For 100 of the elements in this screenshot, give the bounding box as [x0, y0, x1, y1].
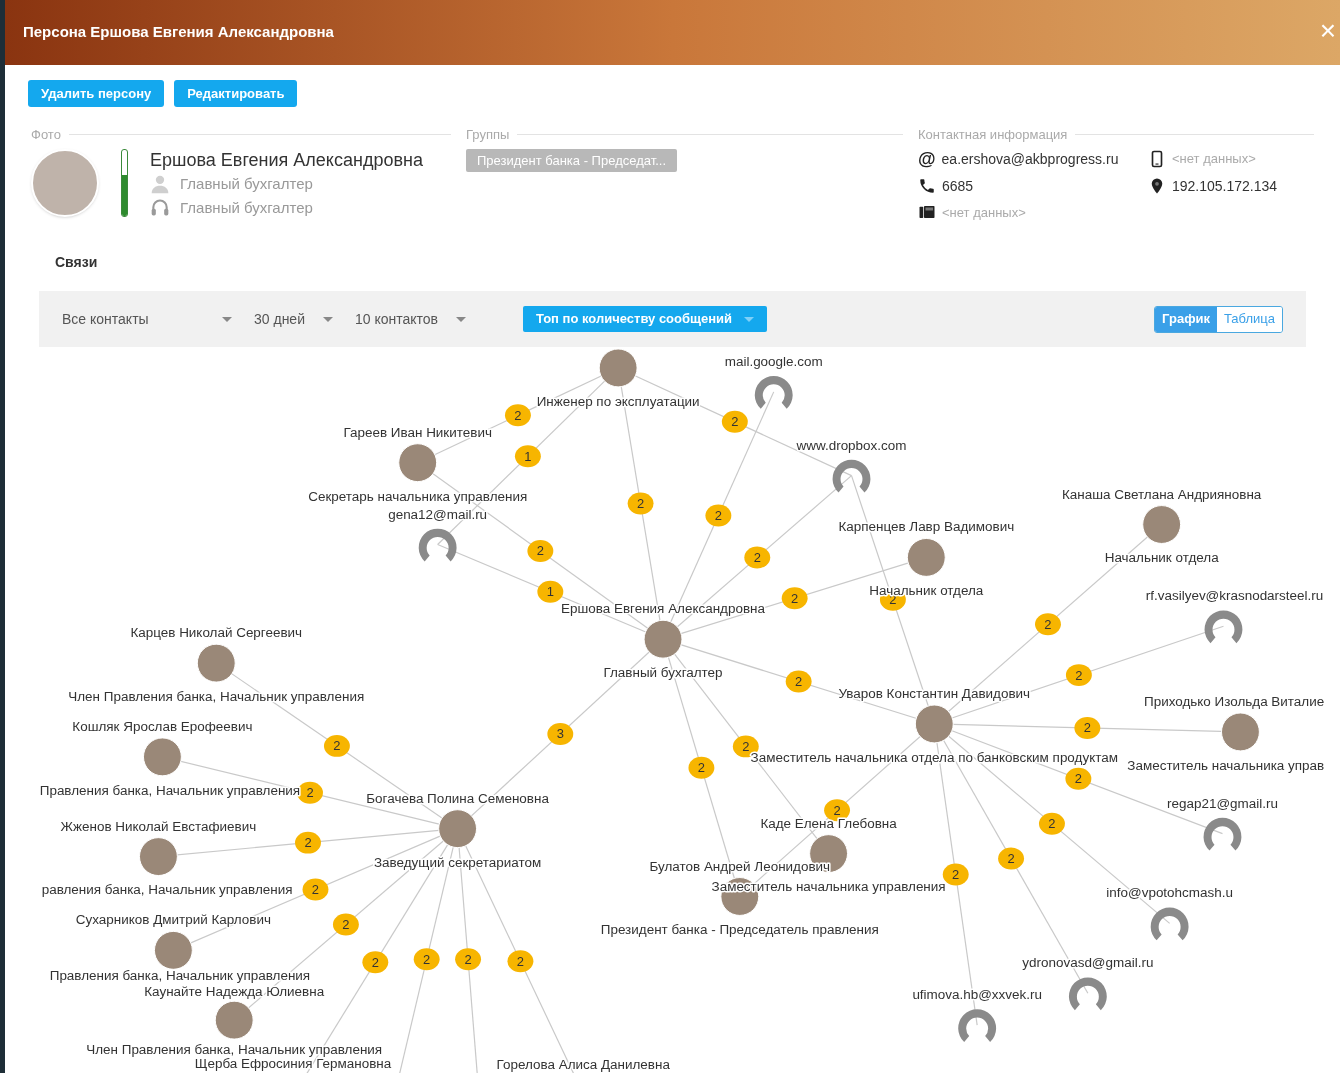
- message-count-badge: 2: [781, 587, 808, 610]
- person-name-label: Жженов Николай Евстафиевич: [60, 818, 257, 834]
- message-count-badge: 2: [295, 831, 321, 854]
- contact-value: <нет данных>: [1172, 150, 1256, 169]
- contact-value: 6685: [942, 176, 974, 196]
- job-title-label: Член Правления банка, Начальник управления: [68, 689, 365, 704]
- caret-icon: [744, 316, 755, 322]
- filter-dropdown[interactable]: Все контакты: [62, 308, 232, 330]
- contact-value: <нет данных>: [942, 203, 1026, 222]
- caret-icon: [322, 316, 333, 322]
- job-title-label: Секретарь начальника управления: [308, 488, 528, 504]
- filter-dropdown[interactable]: 30 дней: [254, 308, 333, 330]
- action-button[interactable]: Редактировать: [174, 80, 298, 107]
- job-title-label: Заместитель начальника управ: [1127, 757, 1325, 773]
- person-name: Ершова Евгения Александровна: [150, 148, 423, 171]
- message-count-badge: 2: [688, 756, 715, 779]
- unknown-contact-icon: [832, 459, 871, 493]
- job-title-label: Начальник отдела: [1104, 550, 1219, 566]
- unknown-contact-icon: [754, 376, 793, 409]
- message-count-badge: 2: [744, 546, 771, 569]
- caret-icon: [456, 316, 467, 322]
- message-count-badge: 2: [413, 948, 440, 971]
- section-legend: Контактная информация: [918, 125, 1068, 145]
- job-title-label: Президент банка - Председатель правления: [600, 922, 879, 938]
- section-legend: Группы: [466, 125, 510, 145]
- message-count-badge: 2: [705, 504, 732, 527]
- person-name-label: Кошляк Ярослав Ерофеевич: [72, 718, 253, 734]
- person-name-label: Канаша Светлана Андрияновна: [1062, 486, 1262, 502]
- view-tab[interactable]: График: [1155, 306, 1217, 332]
- contact-value: ea.ershova@akbprogress.ru: [941, 149, 1119, 169]
- profile-photo: [31, 148, 99, 217]
- person-name-label: Уваров Константин Давидович: [838, 686, 1031, 702]
- contact-value: 192.105.172.134: [1172, 176, 1278, 196]
- job-title-label: Инженер по эксплуатации: [536, 393, 700, 409]
- person-name-label: Горелова Алиса Данилевна: [496, 1057, 670, 1072]
- message-count-badge: 2: [455, 948, 482, 971]
- contact-address-label: info@vpotohcmash.u: [1106, 885, 1233, 901]
- filter-dropdown[interactable]: 10 контактов: [354, 308, 467, 330]
- person-name-label: Карцев Николай Сергеевич: [130, 625, 303, 641]
- job-title: Главный бухгалтер: [180, 198, 313, 218]
- unknown-contact-icon: [418, 528, 457, 562]
- section-legend: Фото: [31, 125, 61, 145]
- job-title-label: Правления банка, Начальник управления: [49, 968, 311, 984]
- unknown-contact-icon: [958, 1009, 997, 1043]
- close-button[interactable]: ×: [1319, 16, 1340, 49]
- unknown-contact-icon: [1068, 977, 1107, 1011]
- message-count-badge: 2: [332, 913, 359, 936]
- message-count-badge: 2: [785, 670, 812, 693]
- message-count-badge: 2: [1065, 767, 1092, 790]
- message-count-badge: 2: [1074, 717, 1101, 739]
- message-count-badge: 2: [721, 410, 748, 433]
- person-name-label: Приходько Изольда Виталие: [1144, 694, 1325, 709]
- message-count-badge: 2: [527, 539, 554, 562]
- message-count-badge: 2: [627, 492, 654, 515]
- message-count-badge: 1: [537, 580, 564, 603]
- person-name-label: Богачева Полина Семеновна: [366, 790, 549, 806]
- message-count-badge: 2: [1065, 664, 1092, 687]
- person-name-label: Каунайте Надежда Юлиевна: [144, 984, 325, 1000]
- unknown-contact-icon: [1204, 610, 1243, 644]
- message-count-badge: 1: [514, 445, 541, 468]
- person-name-label: Карпенцев Лавр Вадимович: [838, 519, 1015, 535]
- job-title-label: Заведущий секретариатом: [373, 854, 542, 870]
- caret-icon: [222, 316, 232, 322]
- unknown-contact-icon: [1150, 907, 1189, 941]
- message-count-badge: 2: [1039, 812, 1065, 835]
- message-count-badge: 2: [504, 404, 531, 427]
- message-count-badge: 3: [547, 722, 574, 745]
- window-title: Персона Ершова Евгения Александровна: [23, 22, 334, 43]
- person-name-label: Сухарников Дмитрий Карлович: [75, 912, 271, 928]
- contact-address-label: mail.google.com: [724, 353, 823, 369]
- job-title-label: равления банка, Начальник управления: [41, 882, 293, 898]
- unknown-contact-icon: [1203, 817, 1242, 851]
- person-name-label: Щерба Ефросиния Германовна: [194, 1056, 392, 1071]
- message-count-badge: 2: [323, 734, 350, 757]
- contact-address-label: regap21@gmail.ru: [1167, 795, 1278, 811]
- section-title: Связи: [55, 253, 98, 272]
- contact-address-label: www.dropbox.com: [796, 437, 907, 453]
- job-title-label: Главный бухгалтер: [603, 665, 723, 681]
- view-tab[interactable]: Таблица: [1217, 306, 1282, 332]
- contact-address-label: rf.vasilyev@krasnodarsteel.ru: [1145, 588, 1324, 604]
- at-sign-icon: @: [918, 150, 936, 168]
- sort-dropdown[interactable]: Топ по количеству сообщений: [523, 306, 768, 332]
- headset-icon: [150, 198, 170, 219]
- contact-address-label: ufimova.hb@xxvek.ru: [912, 987, 1042, 1003]
- person-name-label: Ершова Евгения Александровна: [561, 601, 765, 617]
- contact-address-label: gena12@mail.ru: [388, 506, 488, 522]
- action-button[interactable]: Удалить персону: [28, 80, 165, 107]
- message-count-badge: 2: [998, 847, 1025, 870]
- job-title: Главный бухгалтер: [180, 173, 313, 194]
- job-title-label: Член Правления банка, Начальник управления: [86, 1042, 383, 1058]
- person-name-label: Гареев Иван Никитевич: [343, 424, 492, 440]
- message-count-badge: 2: [302, 878, 329, 901]
- activity-level-bar: [121, 148, 128, 217]
- contact-address-label: ydronovasd@gmail.ru: [1022, 955, 1154, 971]
- person-icon: [150, 173, 170, 194]
- message-count-badge: 2: [1035, 613, 1061, 636]
- group-tag[interactable]: Президент банка - Председат...: [466, 148, 678, 172]
- message-count-badge: 2: [507, 950, 534, 973]
- message-count-badge: 2: [362, 951, 389, 974]
- job-title-label: Заместитель начальника отдела по банковским продуктам: [750, 749, 1118, 765]
